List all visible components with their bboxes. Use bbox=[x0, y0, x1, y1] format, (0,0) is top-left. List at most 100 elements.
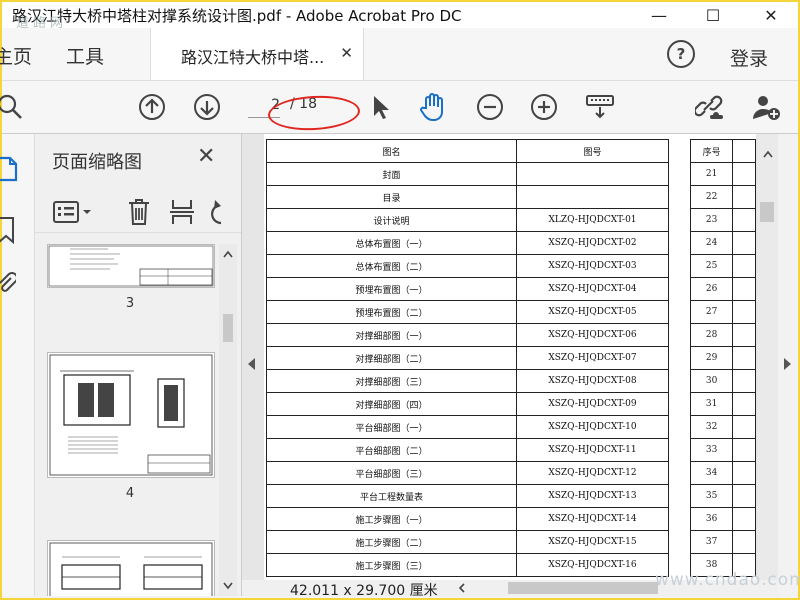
empty-cell bbox=[732, 300, 756, 324]
zoom-in-icon[interactable] bbox=[528, 91, 560, 123]
table-row: 施工步骤图（二） XSZQ-HJQDCXT-15 bbox=[266, 530, 669, 554]
page-thumbnails-icon[interactable] bbox=[0, 156, 18, 186]
drawing-code-cell: XSZQ-HJQDCXT-16 bbox=[516, 553, 669, 577]
scrollbar-thumb[interactable] bbox=[223, 314, 233, 342]
table-row: 26 bbox=[689, 277, 756, 301]
close-panel-icon[interactable]: ✕ bbox=[197, 144, 215, 169]
tab-tools[interactable]: 工具 bbox=[66, 42, 104, 69]
drawing-name-cell: 施工步骤图（一） bbox=[266, 507, 517, 531]
sequence-number-cell: 29 bbox=[689, 346, 734, 370]
thumbnail-page-4[interactable] bbox=[47, 352, 215, 478]
collapse-left-icon[interactable] bbox=[248, 358, 256, 370]
tab-home[interactable]: 主页 bbox=[0, 42, 32, 69]
drawing-code-cell: XSZQ-HJQDCXT-14 bbox=[516, 507, 669, 531]
rotate-page-icon[interactable] bbox=[207, 198, 231, 230]
column-header: 图号 bbox=[516, 139, 669, 163]
sequence-number-cell: 22 bbox=[689, 185, 734, 209]
table-row: 施工步骤图（一） XSZQ-HJQDCXT-14 bbox=[266, 507, 669, 531]
close-window-button[interactable]: ✕ bbox=[748, 2, 794, 28]
document-scrollbar[interactable] bbox=[758, 134, 778, 580]
tab-document[interactable]: 路汉江特大桥中塔... ✕ bbox=[150, 28, 364, 80]
search-icon[interactable] bbox=[0, 91, 28, 123]
table-row: 22 bbox=[689, 185, 756, 209]
table-row: 25 bbox=[689, 254, 756, 278]
drawing-name-cell: 对撑细部图（四） bbox=[266, 392, 517, 416]
hand-tool-icon[interactable] bbox=[418, 91, 450, 123]
share-link-icon[interactable] bbox=[694, 91, 726, 123]
thumbnail-page-5[interactable] bbox=[47, 540, 215, 596]
empty-cell bbox=[732, 162, 756, 186]
table-row: 对撑细部图（三） XSZQ-HJQDCXT-08 bbox=[266, 369, 669, 393]
sequence-number-cell: 32 bbox=[689, 415, 734, 439]
maximize-button[interactable]: ☐ bbox=[690, 2, 736, 28]
drawing-name-cell: 设计说明 bbox=[266, 208, 517, 232]
pdf-page[interactable]: 图名 图号 封面 目录 设计说明 XLZQ-HJQDCXT-01 总体布置图（一） XSZQ-… bbox=[264, 134, 756, 580]
title-bar: 路汉江特大桥中塔柱对撑系统设计图.pdf - Adobe Acrobat Pro… bbox=[2, 2, 798, 31]
zoom-out-icon[interactable] bbox=[474, 91, 506, 123]
table-row: 平台工程数量表 XSZQ-HJQDCXT-13 bbox=[266, 484, 669, 508]
previous-page-icon[interactable] bbox=[136, 91, 168, 123]
drawing-code-cell: XSZQ-HJQDCXT-15 bbox=[516, 530, 669, 554]
drawing-name-cell: 对撑细部图（一） bbox=[266, 323, 517, 347]
close-tab-icon[interactable]: ✕ bbox=[340, 44, 353, 62]
help-icon[interactable]: ? bbox=[667, 40, 695, 68]
table-row: 对撑细部图（一） XSZQ-HJQDCXT-06 bbox=[266, 323, 669, 347]
collapse-right-icon[interactable] bbox=[784, 358, 792, 370]
sequence-number-cell: 21 bbox=[689, 162, 734, 186]
scroll-up-icon[interactable] bbox=[223, 250, 233, 258]
keyboard-scroll-icon[interactable] bbox=[584, 91, 616, 123]
column-header: 图名 bbox=[266, 139, 517, 163]
table-row: 总体布置图（一） XSZQ-HJQDCXT-02 bbox=[266, 231, 669, 255]
thumbnail-options-icon[interactable] bbox=[53, 200, 93, 228]
table-row: 24 bbox=[689, 231, 756, 255]
sequence-number-cell: 26 bbox=[689, 277, 734, 301]
drawing-code-cell: XSZQ-HJQDCXT-03 bbox=[516, 254, 669, 278]
minimize-button[interactable]: — bbox=[636, 2, 682, 28]
scrollbar-thumb[interactable] bbox=[760, 202, 774, 222]
sequence-number-cell: 30 bbox=[689, 369, 734, 393]
thumbnail-page-3[interactable] bbox=[47, 244, 215, 288]
drawing-index-table: 图名 图号 封面 目录 设计说明 XLZQ-HJQDCXT-01 总体布置图（一） XSZQ-… bbox=[266, 139, 669, 577]
attachment-icon[interactable] bbox=[0, 270, 18, 300]
table-row: 目录 bbox=[266, 185, 669, 209]
empty-cell bbox=[732, 277, 756, 301]
thumbnail-list[interactable]: 3 4 bbox=[35, 244, 225, 596]
left-tool-rail bbox=[0, 134, 35, 596]
drawing-name-cell: 平台细部图（三） bbox=[266, 461, 517, 485]
table-row: 23 bbox=[689, 208, 756, 232]
sequence-number-cell: 25 bbox=[689, 254, 734, 278]
horizontal-scroll-thumb[interactable] bbox=[508, 582, 658, 594]
table-header-row: 图名 图号 bbox=[266, 139, 669, 163]
thumbnail-panel: 页面缩略图 ✕ 3 4 bbox=[35, 134, 242, 596]
scroll-down-icon[interactable] bbox=[223, 582, 233, 590]
empty-cell bbox=[732, 415, 756, 439]
delete-page-icon[interactable] bbox=[127, 198, 151, 230]
sequence-number-cell: 37 bbox=[689, 530, 734, 554]
scroll-left-icon[interactable] bbox=[458, 583, 466, 593]
drawing-name-cell: 对撑细部图（三） bbox=[266, 369, 517, 393]
next-page-icon[interactable] bbox=[191, 91, 223, 123]
toolbar: 2 / 18 bbox=[0, 81, 798, 134]
drawing-code-cell: XLZQ-HJQDCXT-01 bbox=[516, 208, 669, 232]
drawing-code-cell: XSZQ-HJQDCXT-11 bbox=[516, 438, 669, 462]
login-button[interactable]: 登录 bbox=[730, 44, 768, 71]
extract-page-icon[interactable] bbox=[169, 198, 195, 230]
thumbnail-scrollbar[interactable] bbox=[219, 244, 237, 596]
add-user-icon[interactable] bbox=[750, 91, 782, 123]
drawing-name-cell: 施工步骤图（三） bbox=[266, 553, 517, 577]
table-row: 37 bbox=[689, 530, 756, 554]
panel-toolbar bbox=[35, 192, 241, 233]
drawing-code-cell: XSZQ-HJQDCXT-07 bbox=[516, 346, 669, 370]
table-row: 平台细部图（二） XSZQ-HJQDCXT-11 bbox=[266, 438, 669, 462]
scroll-up-icon[interactable] bbox=[763, 150, 773, 158]
bookmark-icon[interactable] bbox=[0, 216, 16, 248]
sequence-number-cell: 23 bbox=[689, 208, 734, 232]
sequence-table: 序号 21 22 23 24 25 26 27 28 29 30 31 32 33 34 35 36 37 38 bbox=[689, 139, 756, 577]
window-title: 路汉江特大桥中塔柱对撑系统设计图.pdf - Adobe Acrobat Pro… bbox=[12, 7, 462, 25]
table-row: 34 bbox=[689, 461, 756, 485]
drawing-code-cell: XSZQ-HJQDCXT-10 bbox=[516, 415, 669, 439]
drawing-code-cell bbox=[516, 162, 669, 186]
watermark-bottom: www.cndao.com bbox=[655, 570, 800, 590]
drawing-name-cell: 对撑细部图（二） bbox=[266, 346, 517, 370]
select-arrow-icon[interactable] bbox=[364, 91, 396, 123]
